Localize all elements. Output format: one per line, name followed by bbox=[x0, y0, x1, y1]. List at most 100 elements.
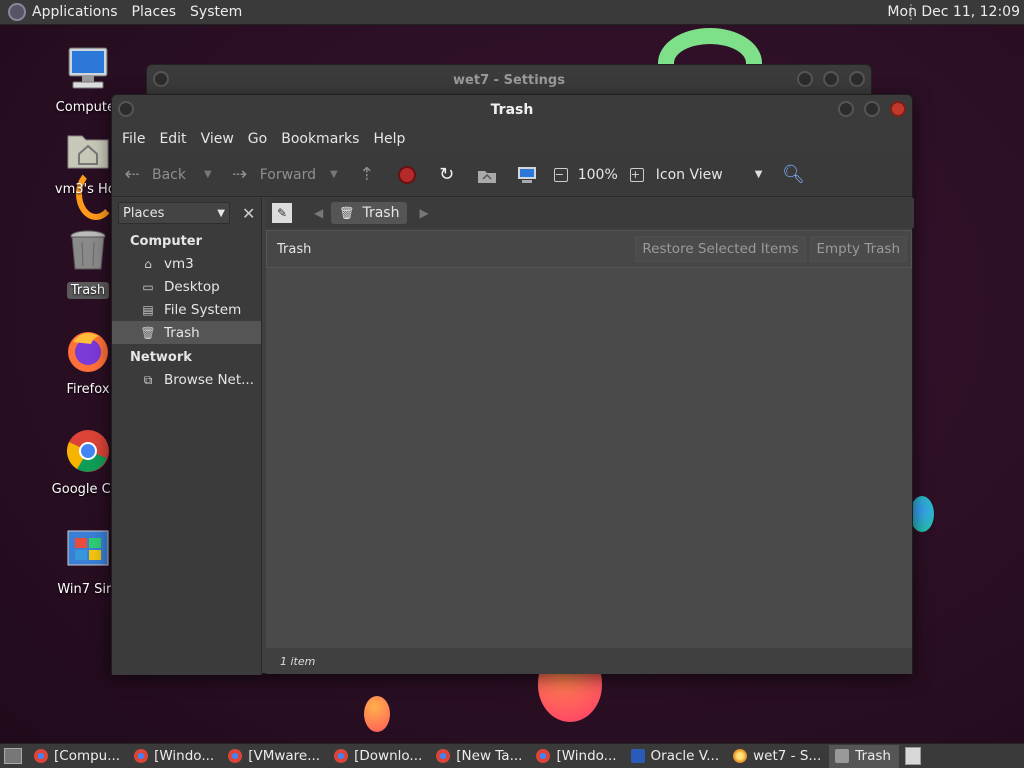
wallpaper-shape bbox=[910, 496, 934, 532]
chrome-icon bbox=[66, 430, 109, 472]
chevron-down-icon[interactable]: ▼ bbox=[204, 169, 212, 180]
applications-menu[interactable]: Applications bbox=[32, 4, 118, 20]
computer-button[interactable] bbox=[516, 164, 538, 186]
sidebar-type-label: Places bbox=[123, 205, 165, 221]
taskbar-item[interactable]: [Windo... bbox=[530, 745, 624, 768]
path-left-arrow-icon[interactable]: ◀ bbox=[314, 206, 323, 220]
sidebar-item-browse-network[interactable]: ⧉ Browse Net... bbox=[112, 368, 261, 391]
places-menu[interactable]: Places bbox=[132, 4, 177, 20]
sidebar-header: Places ▼ ✕ bbox=[112, 198, 261, 228]
close-icon[interactable] bbox=[890, 101, 906, 117]
chrome-icon bbox=[228, 749, 243, 763]
sidebar-item-label: Trash bbox=[164, 324, 200, 341]
zoom-level[interactable]: 100% bbox=[578, 167, 618, 183]
chevron-down-icon: ▼ bbox=[754, 169, 763, 180]
forward-button[interactable]: ⇢ Forward ▼ bbox=[230, 163, 338, 185]
empty-trash-button[interactable]: Empty Trash bbox=[809, 236, 907, 262]
taskbar-item-label: [Windo... bbox=[556, 748, 617, 764]
home-button[interactable] bbox=[476, 164, 498, 186]
reload-icon[interactable]: ↻ bbox=[436, 164, 458, 186]
view-mode-select[interactable]: Icon View ▼ bbox=[656, 167, 763, 183]
chrome-icon bbox=[134, 749, 149, 763]
sidebar-type-select[interactable]: Places ▼ bbox=[118, 202, 230, 224]
taskbar-item-label: [Compu... bbox=[54, 748, 121, 764]
zoom-in-button[interactable]: + bbox=[626, 164, 648, 186]
sidebar-section-computer: Computer bbox=[130, 234, 203, 249]
system-menu[interactable]: System bbox=[190, 4, 242, 20]
forward-arrow-icon: ⇢ bbox=[232, 163, 248, 185]
infobar-label: Trash bbox=[277, 241, 312, 257]
zoom-out-icon: − bbox=[553, 167, 568, 182]
menu-view[interactable]: View bbox=[201, 131, 234, 147]
taskbar-item[interactable]: Oracle V... bbox=[625, 745, 728, 768]
chevron-down-icon: ▼ bbox=[217, 207, 225, 219]
close-icon[interactable]: ✕ bbox=[242, 204, 255, 223]
edit-location-icon[interactable]: ✎ bbox=[272, 203, 292, 223]
win7-icon bbox=[67, 530, 109, 566]
distro-logo-icon[interactable] bbox=[8, 3, 26, 21]
taskbar-item[interactable]: [Compu... bbox=[28, 745, 128, 768]
taskbar-item-active[interactable]: Trash bbox=[829, 744, 899, 768]
search-icon[interactable]: 🔍︎ bbox=[782, 164, 805, 186]
back-button[interactable]: ⇠ Back ▼ bbox=[122, 163, 212, 185]
file-view[interactable]: Trash Restore Selected Items Empty Trash bbox=[266, 230, 912, 648]
sidebar-item-vm3[interactable]: ⌂ vm3 bbox=[112, 252, 261, 275]
trash-icon bbox=[835, 749, 850, 763]
restore-selected-button[interactable]: Restore Selected Items bbox=[635, 236, 806, 262]
sidebar-item-filesystem[interactable]: ▤ File System bbox=[112, 298, 261, 321]
chevron-down-icon[interactable]: ▼ bbox=[330, 169, 338, 180]
sidebar-item-desktop[interactable]: ▭ Desktop bbox=[112, 275, 261, 298]
virtualbox-icon bbox=[630, 749, 645, 763]
maximize-icon[interactable] bbox=[864, 101, 880, 117]
trash-infobar: Trash Restore Selected Items Empty Trash bbox=[266, 230, 912, 268]
taskbar-item[interactable]: wet7 - S... bbox=[727, 745, 829, 768]
workspace-switcher[interactable] bbox=[904, 747, 921, 765]
home-folder-icon bbox=[67, 135, 109, 169]
menubar: File Edit View Go Bookmarks Help bbox=[112, 125, 912, 153]
file-manager-window: Trash File Edit View Go Bookmarks Help ⇠… bbox=[111, 94, 914, 675]
trash-icon bbox=[70, 230, 106, 270]
taskbar-item-label: Oracle V... bbox=[650, 748, 720, 764]
taskbar-item-label: wet7 - S... bbox=[753, 748, 822, 764]
sidebar-item-label: File System bbox=[164, 301, 242, 318]
trash-icon: 🗑︎ bbox=[339, 206, 355, 220]
taskbar-item-label: [New Ta... bbox=[456, 748, 523, 764]
zoom-out-button[interactable]: − bbox=[550, 164, 572, 186]
chrome-icon bbox=[436, 749, 451, 763]
chrome-icon bbox=[536, 749, 551, 763]
taskbar-item[interactable]: [New Ta... bbox=[430, 745, 530, 768]
status-bar: 1 item bbox=[266, 648, 912, 674]
forward-label: Forward bbox=[259, 166, 317, 183]
window-titlebar[interactable]: Trash bbox=[112, 95, 912, 125]
firefox-icon bbox=[68, 332, 108, 372]
sidebar-item-label: vm3 bbox=[164, 255, 194, 272]
taskbar-item[interactable]: [Windo... bbox=[128, 745, 222, 768]
sidebar-section-network: Network bbox=[130, 350, 192, 365]
trash-icon: 🗑︎ bbox=[140, 325, 156, 340]
home-icon bbox=[477, 170, 496, 183]
minimize-icon[interactable] bbox=[838, 101, 854, 117]
breadcrumb-trash[interactable]: 🗑︎ Trash bbox=[331, 202, 408, 224]
window-title: Trash bbox=[490, 102, 534, 118]
path-bar: ✎ ◀ 🗑︎ Trash ▶ bbox=[266, 198, 914, 228]
taskbar-item[interactable]: [Downlo... bbox=[328, 745, 430, 768]
path-right-arrow-icon[interactable]: ▶ bbox=[419, 206, 428, 220]
taskbar: [Compu... [Windo... [VMware... [Downlo..… bbox=[0, 743, 1024, 768]
menu-bookmarks[interactable]: Bookmarks bbox=[281, 131, 359, 147]
close-icon[interactable] bbox=[849, 71, 865, 87]
taskbar-item[interactable]: [VMware... bbox=[222, 745, 328, 768]
back-arrow-icon: ⇠ bbox=[124, 163, 140, 185]
maximize-icon[interactable] bbox=[823, 71, 839, 87]
taskbar-item-label: [Downlo... bbox=[354, 748, 423, 764]
zoom-in-icon: + bbox=[629, 167, 644, 182]
minimize-icon[interactable] bbox=[797, 71, 813, 87]
sidebar-item-trash[interactable]: 🗑︎ Trash bbox=[112, 321, 261, 344]
stop-button[interactable] bbox=[396, 164, 418, 186]
menu-go[interactable]: Go bbox=[248, 131, 267, 147]
up-arrow-icon[interactable]: ⇡ bbox=[356, 164, 378, 186]
menu-file[interactable]: File bbox=[122, 131, 145, 147]
show-desktop-icon[interactable] bbox=[4, 748, 22, 764]
clock[interactable]: Mon Dec 11, 12:09 bbox=[887, 4, 1020, 20]
menu-help[interactable]: Help bbox=[373, 131, 405, 147]
menu-edit[interactable]: Edit bbox=[159, 131, 186, 147]
